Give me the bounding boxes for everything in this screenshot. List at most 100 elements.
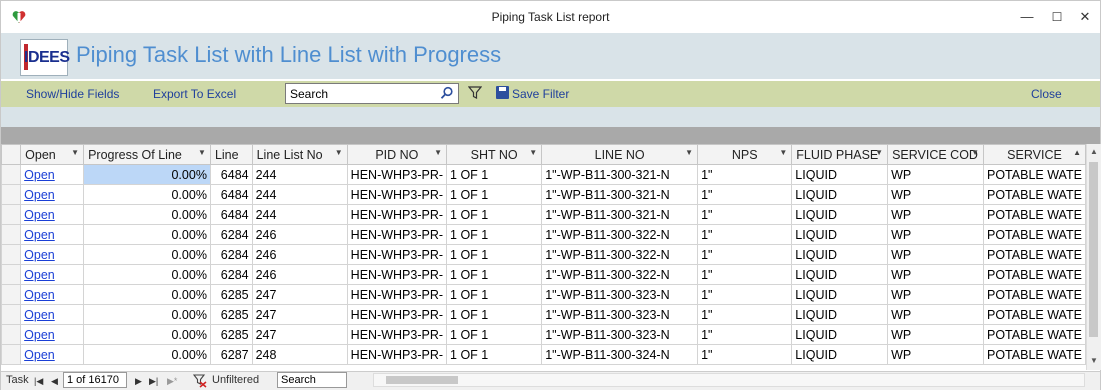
service-code-cell[interactable]: WP	[887, 204, 984, 225]
open-cell[interactable]: Open	[20, 304, 85, 325]
nps-cell[interactable]: 1"	[697, 224, 793, 245]
nps-cell[interactable]: 1"	[697, 184, 793, 205]
progress-cell[interactable]: 0.00%	[83, 304, 211, 325]
row-selector[interactable]	[1, 164, 22, 185]
table-row[interactable]: Open 0.00% 6284 246 HEN-WHP3-PR- 1 OF 1 1"-WP-…	[1, 244, 1086, 265]
open-cell[interactable]: Open	[20, 224, 85, 245]
service-cell[interactable]: POTABLE WATE	[983, 304, 1086, 325]
vertical-scroll-thumb[interactable]	[1089, 162, 1098, 337]
service-cell[interactable]: POTABLE WATE	[983, 224, 1086, 245]
next-record-icon[interactable]: ▶	[135, 376, 142, 387]
line-cell[interactable]: 6284	[209, 264, 253, 285]
open-link[interactable]: Open	[24, 168, 55, 182]
service-code-cell[interactable]: WP	[887, 284, 984, 305]
line-no-cell[interactable]: 1"-WP-B11-300-323-N	[541, 304, 699, 325]
nps-cell[interactable]: 1"	[697, 324, 793, 345]
close-link[interactable]: Close	[1031, 87, 1062, 101]
nav-search-input[interactable]: Search	[277, 372, 347, 388]
line-cell[interactable]: 6285	[209, 324, 253, 345]
pid-no-cell[interactable]: HEN-WHP3-PR-	[346, 344, 448, 365]
new-record-icon[interactable]: ▶*	[167, 376, 177, 387]
pid-no-cell[interactable]: HEN-WHP3-PR-	[346, 224, 448, 245]
row-selector[interactable]	[1, 284, 22, 305]
nps-cell[interactable]: 1"	[697, 164, 793, 185]
line-list-no-cell[interactable]: 247	[251, 324, 348, 345]
column-header-line[interactable]: Line	[209, 144, 253, 165]
open-cell[interactable]: Open	[20, 184, 85, 205]
table-row[interactable]: Open 0.00% 6285 247 HEN-WHP3-PR- 1 OF 1 1"-WP-…	[1, 284, 1086, 305]
no-filter-icon[interactable]	[193, 374, 207, 388]
pid-no-cell[interactable]: HEN-WHP3-PR-	[346, 264, 448, 285]
sht-no-cell[interactable]: 1 OF 1	[446, 224, 543, 245]
service-code-cell[interactable]: WP	[887, 164, 984, 185]
fluid-phase-cell[interactable]: LIQUID	[791, 224, 889, 245]
scroll-down-arrow-icon[interactable]: ▼	[1087, 356, 1101, 365]
service-code-cell[interactable]: WP	[887, 184, 984, 205]
column-header-line-no[interactable]: LINE NO ▼	[541, 144, 699, 165]
service-code-cell[interactable]: WP	[887, 344, 984, 365]
open-link[interactable]: Open	[24, 208, 55, 222]
pid-no-cell[interactable]: HEN-WHP3-PR-	[346, 304, 448, 325]
line-no-cell[interactable]: 1"-WP-B11-300-323-N	[541, 284, 699, 305]
nps-cell[interactable]: 1"	[697, 264, 793, 285]
column-header-nps[interactable]: NPS ▼	[697, 144, 793, 165]
minimize-button[interactable]: —	[1013, 5, 1041, 29]
service-cell[interactable]: POTABLE WATE	[983, 284, 1086, 305]
line-list-no-cell[interactable]: 247	[251, 284, 348, 305]
line-no-cell[interactable]: 1"-WP-B11-300-321-N	[541, 204, 699, 225]
service-code-cell[interactable]: WP	[887, 324, 984, 345]
sht-no-cell[interactable]: 1 OF 1	[446, 284, 543, 305]
previous-record-icon[interactable]: ◀	[51, 376, 58, 387]
column-header-line-list-no[interactable]: Line List No ▼	[251, 144, 348, 165]
service-cell[interactable]: POTABLE WATE	[983, 164, 1086, 185]
column-header-fluid-phase[interactable]: FLUID PHASE ▼	[791, 144, 889, 165]
row-selector[interactable]	[1, 244, 22, 265]
pid-no-cell[interactable]: HEN-WHP3-PR-	[346, 324, 448, 345]
service-code-cell[interactable]: WP	[887, 304, 984, 325]
line-no-cell[interactable]: 1"-WP-B11-300-323-N	[541, 324, 699, 345]
sht-no-cell[interactable]: 1 OF 1	[446, 184, 543, 205]
table-row[interactable]: Open 0.00% 6287 248 HEN-WHP3-PR- 1 OF 1 1"-WP-…	[1, 344, 1086, 365]
open-link[interactable]: Open	[24, 348, 55, 362]
fluid-phase-cell[interactable]: LIQUID	[791, 264, 889, 285]
table-row[interactable]: Open 0.00% 6484 244 HEN-WHP3-PR- 1 OF 1 1"-WP-…	[1, 164, 1086, 185]
progress-cell[interactable]: 0.00%	[83, 324, 211, 345]
line-no-cell[interactable]: 1"-WP-B11-300-322-N	[541, 264, 699, 285]
open-cell[interactable]: Open	[20, 164, 85, 185]
open-cell[interactable]: Open	[20, 244, 85, 265]
pid-no-cell[interactable]: HEN-WHP3-PR-	[346, 204, 448, 225]
fluid-phase-cell[interactable]: LIQUID	[791, 244, 889, 265]
open-link[interactable]: Open	[24, 308, 55, 322]
open-link[interactable]: Open	[24, 268, 55, 282]
save-filter-icon[interactable]	[496, 86, 509, 99]
service-cell[interactable]: POTABLE WATE	[983, 244, 1086, 265]
open-link[interactable]: Open	[24, 288, 55, 302]
select-all-corner[interactable]	[1, 144, 22, 165]
fluid-phase-cell[interactable]: LIQUID	[791, 284, 889, 305]
open-link[interactable]: Open	[24, 328, 55, 342]
line-cell[interactable]: 6287	[209, 344, 253, 365]
service-cell[interactable]: POTABLE WATE	[983, 324, 1086, 345]
line-list-no-cell[interactable]: 244	[251, 184, 348, 205]
line-list-no-cell[interactable]: 246	[251, 224, 348, 245]
open-cell[interactable]: Open	[20, 284, 85, 305]
nps-cell[interactable]: 1"	[697, 344, 793, 365]
nps-cell[interactable]: 1"	[697, 304, 793, 325]
line-list-no-cell[interactable]: 246	[251, 244, 348, 265]
progress-cell[interactable]: 0.00%	[83, 224, 211, 245]
search-input[interactable]: Search	[285, 83, 459, 104]
open-cell[interactable]: Open	[20, 324, 85, 345]
filter-icon[interactable]	[468, 86, 482, 100]
nps-cell[interactable]: 1"	[697, 244, 793, 265]
scroll-up-arrow-icon[interactable]: ▲	[1087, 147, 1101, 156]
horizontal-scroll-thumb[interactable]	[386, 376, 458, 384]
open-cell[interactable]: Open	[20, 264, 85, 285]
sht-no-cell[interactable]: 1 OF 1	[446, 324, 543, 345]
save-filter-link[interactable]: Save Filter	[512, 87, 569, 101]
horizontal-scrollbar[interactable]	[373, 373, 1085, 387]
line-list-no-cell[interactable]: 244	[251, 204, 348, 225]
line-list-no-cell[interactable]: 246	[251, 264, 348, 285]
row-selector[interactable]	[1, 344, 22, 365]
sht-no-cell[interactable]: 1 OF 1	[446, 164, 543, 185]
table-row[interactable]: Open 0.00% 6285 247 HEN-WHP3-PR- 1 OF 1 1"-WP-…	[1, 324, 1086, 345]
